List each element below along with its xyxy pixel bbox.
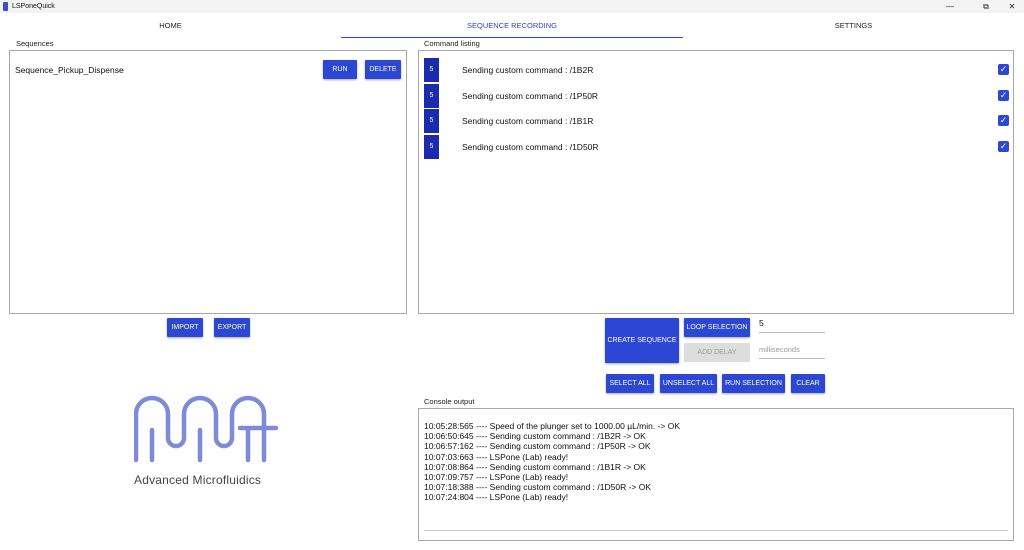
command-checkbox[interactable]: ✓ [998, 141, 1009, 152]
window-title: LSPoneQuick [12, 3, 55, 10]
list-item[interactable]: 5 Sending custom command : /1B2R ✓ [424, 58, 1009, 82]
command-checkbox[interactable]: ✓ [998, 90, 1009, 101]
maximize-button[interactable]: ⧉ [974, 0, 998, 13]
create-sequence-button[interactable]: CREATE SEQUENCE [605, 318, 679, 363]
list-item[interactable]: Sequence_Pickup_Dispense RUN DELETE [15, 59, 405, 81]
tab-home[interactable]: HOME [0, 14, 341, 37]
loop-count-input[interactable]: 5 [759, 318, 825, 333]
console-log: 10:05:28:565 ---- Speed of the plunger s… [424, 421, 680, 503]
loop-selection-button[interactable]: LOOP SELECTION [684, 318, 750, 337]
run-selection-button[interactable]: RUN SELECTION [722, 374, 785, 393]
delete-button[interactable]: DELETE [365, 60, 401, 79]
clear-button[interactable]: CLEAR [791, 374, 825, 393]
command-list: 5 Sending custom command : /1B2R ✓ 5 Sen… [418, 50, 1014, 314]
import-button[interactable]: IMPORT [167, 318, 203, 337]
list-item[interactable]: 5 Sending custom command : /1B1R ✓ [424, 109, 1009, 133]
console-line: 10:07:24:804 ---- LSPone (Lab) ready! [424, 492, 569, 503]
sequences-list: Sequence_Pickup_Dispense RUN DELETE [9, 50, 407, 314]
command-listing-title: Command listing [424, 39, 480, 48]
console-line: 10:06:50:645 ---- Sending custom command… [424, 431, 646, 442]
console-line: 10:07:09:757 ---- LSPone (Lab) ready! [424, 472, 569, 483]
close-button[interactable]: ✕ [1000, 0, 1024, 13]
sequence-name: Sequence_Pickup_Dispense [15, 65, 124, 75]
console-line: 10:07:08:864 ---- Sending custom command… [424, 461, 646, 472]
export-button[interactable]: EXPORT [214, 318, 250, 337]
command-text: Sending custom command : /1P50R [462, 91, 599, 101]
command-checkbox[interactable]: ✓ [998, 64, 1009, 75]
select-all-button[interactable]: SELECT ALL [606, 374, 654, 393]
tab-settings[interactable]: SETTINGS [683, 14, 1024, 37]
tab-sequence-recording[interactable]: SEQUENCE RECORDING [341, 14, 683, 38]
console-output[interactable]: 10:05:28:565 ---- Speed of the plunger s… [418, 408, 1014, 541]
command-text: Sending custom command : /1B1R [462, 116, 594, 126]
console-line: 10:06:57:162 ---- Sending custom command… [424, 441, 651, 452]
logo-text: Advanced Microfluidics [134, 473, 262, 487]
console-line: 10:07:18:388 ---- Sending custom command… [424, 482, 652, 493]
title-bar: LSPoneQuick — ⧉ ✕ [0, 0, 1024, 13]
command-counter: 5 [424, 84, 439, 108]
command-counter: 5 [424, 135, 439, 159]
sequences-title: Sequences [16, 39, 54, 48]
console-title: Console output [424, 397, 475, 406]
console-line: 10:07:03:663 ---- LSPone (Lab) ready! [424, 451, 569, 462]
console-line: 10:05:28:565 ---- Speed of the plunger s… [424, 421, 681, 431]
console-input-line [424, 530, 1008, 531]
unselect-all-button[interactable]: UNSELECT ALL [660, 374, 717, 393]
delay-input[interactable]: milliseconds [759, 345, 825, 359]
run-button[interactable]: RUN [323, 60, 357, 79]
list-item[interactable]: 5 Sending custom command : /1P50R ✓ [424, 84, 1009, 108]
command-text: Sending custom command : /1B2R [462, 65, 594, 75]
advanced-microfluidics-logo [134, 395, 279, 463]
command-counter: 5 [424, 58, 439, 82]
app-icon [3, 2, 8, 11]
command-checkbox[interactable]: ✓ [998, 115, 1009, 126]
list-item[interactable]: 5 Sending custom command : /1D50R ✓ [424, 135, 1009, 159]
minimize-button[interactable]: — [938, 0, 962, 13]
tab-bar: HOME SEQUENCE RECORDING SETTINGS [0, 14, 1024, 38]
command-text: Sending custom command : /1D50R [462, 142, 599, 152]
add-delay-button[interactable]: ADD DELAY [684, 343, 750, 362]
command-counter: 5 [424, 109, 439, 133]
